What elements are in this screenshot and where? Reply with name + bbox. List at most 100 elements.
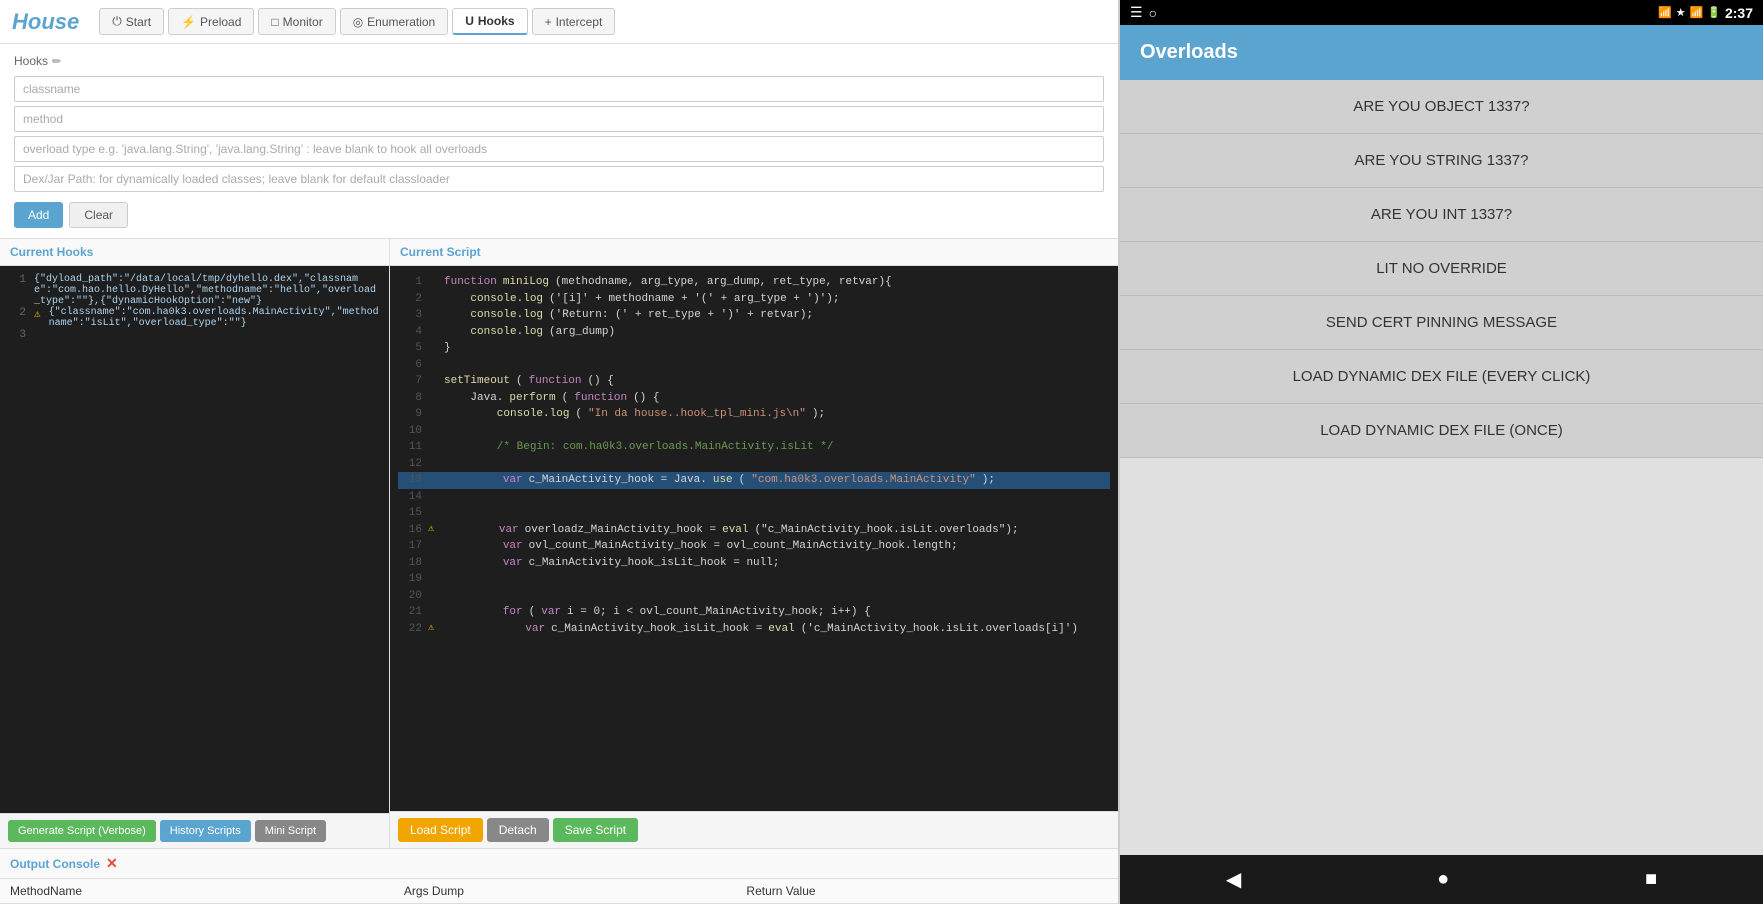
hook-action-buttons: Add Clear [14,202,1104,228]
script-line-13: 13 var c_MainActivity_hook = Java.use("c… [398,472,1110,489]
phone-screen: Overloads ARE YOU OBJECT 1337? ARE YOU S… [1120,25,1763,855]
generate-script-button[interactable]: Generate Script (Verbose) [8,820,156,842]
monitor-icon: □ [271,15,278,29]
script-line-15: 15 [398,505,1110,522]
overload-item-2[interactable]: ARE YOU INT 1337? [1120,188,1763,242]
col-args-dump: Args Dump [394,879,737,904]
hooks-section: Hooks ✏ Add Clear [0,44,1118,239]
col-method-name: MethodName [0,879,394,904]
phone-panel: ☰ ○ 📶 ★ 📶 🔋 2:37 Overloads ARE YOU OBJEC… [1120,0,1763,904]
script-line-19: 19 [398,571,1110,588]
script-line-9: 9 console.log("In da house..hook_tpl_min… [398,406,1110,423]
output-console-table: MethodName Args Dump Return Value [0,879,1118,904]
hooks-action-buttons: Generate Script (Verbose) History Script… [0,813,389,848]
start-icon: ⏻ [112,14,122,29]
edit-icon[interactable]: ✏ [52,55,61,68]
script-line-17: 17 var ovl_count_MainActivity_hook = ovl… [398,538,1110,555]
clear-button[interactable]: Clear [69,202,128,228]
overload-item-5[interactable]: LOAD DYNAMIC DEX FILE (EVERY CLICK) [1120,350,1763,404]
back-button[interactable]: ◀ [1206,863,1261,896]
save-script-button[interactable]: Save Script [553,818,638,842]
overload-item-0[interactable]: ARE YOU OBJECT 1337? [1120,80,1763,134]
current-script-title: Current Script [390,239,1118,266]
mini-script-button[interactable]: Mini Script [255,820,326,842]
tab-hooks[interactable]: U Hooks [452,8,527,35]
hooks-section-title: Hooks ✏ [14,54,1104,68]
app-title: House [12,9,79,35]
tab-intercept[interactable]: + Intercept [532,8,616,35]
phone-status-left: ☰ ○ [1130,4,1157,21]
tab-start[interactable]: ⏻ Start [99,8,164,35]
wifi-icon: 📶 [1690,6,1704,19]
nav-tabs: ⏻ Start ⚡ Preload □ Monitor ◎ Enumeratio… [99,8,615,35]
enum-icon: ◎ [353,15,363,29]
overload-item-3[interactable]: LIT NO OVERRIDE [1120,242,1763,296]
tab-enumeration[interactable]: ◎ Enumeration [340,8,449,35]
tab-preload[interactable]: ⚡ Preload [168,8,254,35]
add-button[interactable]: Add [14,202,63,228]
script-line-16: 16⚠ var overloadz_MainActivity_hook = ev… [398,522,1110,539]
dexjar-input[interactable] [14,166,1104,192]
load-script-button[interactable]: Load Script [398,818,483,842]
script-line-1: 1 function miniLog(methodname, arg_type,… [398,274,1110,291]
script-line-4: 4 console.log(arg_dump) [398,324,1110,341]
script-line-14: 14 [398,489,1110,506]
col-return-value: Return Value [736,879,1118,904]
method-input[interactable] [14,106,1104,132]
script-line-10: 10 [398,423,1110,440]
output-console-title: Output Console ✕ [0,849,1118,879]
output-console: Output Console ✕ MethodName Args Dump Re… [0,848,1118,904]
tab-monitor[interactable]: □ Monitor [258,8,335,35]
preload-icon: ⚡ [181,15,196,29]
script-line-6: 6 [398,357,1110,374]
phone-status-bar: ☰ ○ 📶 ★ 📶 🔋 2:37 [1120,0,1763,25]
top-nav: House ⏻ Start ⚡ Preload □ Monitor ◎ Enum… [0,0,1118,44]
main-content: Current Hooks 1 {"dyload_path":"/data/lo… [0,239,1118,848]
hooks-icon: U [465,14,474,28]
phone-nav-bar: ◀ ● ■ [1120,855,1763,904]
hooks-line-1: 1 {"dyload_path":"/data/local/tmp/dyhell… [8,274,381,307]
current-script-panel: Current Script 1 function miniLog(method… [390,239,1118,848]
script-line-12: 12 [398,456,1110,473]
overload-item-1[interactable]: ARE YOU STRING 1337? [1120,134,1763,188]
intercept-icon: + [545,15,552,29]
script-line-21: 21 for (var i = 0; i < ovl_count_MainAct… [398,604,1110,621]
overload-list: ARE YOU OBJECT 1337? ARE YOU STRING 1337… [1120,80,1763,855]
bluetooth-icon: 📶 [1658,6,1672,19]
history-scripts-button[interactable]: History Scripts [160,820,251,842]
close-console-icon[interactable]: ✕ [106,855,118,872]
script-line-22: 22⚠ var c_MainActivity_hook_isLit_hook =… [398,621,1110,638]
hooks-line-2: 2 ⚠ {"classname":"com.ha0k3.overloads.Ma… [8,307,381,329]
script-line-3: 3 console.log('Return: (' + ret_type + '… [398,307,1110,324]
detach-button[interactable]: Detach [487,818,549,842]
circle-icon: ○ [1149,5,1157,21]
home-button[interactable]: ● [1417,864,1469,895]
hooks-line-3: 3 [8,329,381,341]
overload-item-6[interactable]: LOAD DYNAMIC DEX FILE (ONCE) [1120,404,1763,458]
script-line-18: 18 var c_MainActivity_hook_isLit_hook = … [398,555,1110,572]
classname-input[interactable] [14,76,1104,102]
current-hooks-title: Current Hooks [0,239,389,266]
menu-icon: ☰ [1130,4,1143,21]
script-line-7: 7 setTimeout(function() { [398,373,1110,390]
left-panel: House ⏻ Start ⚡ Preload □ Monitor ◎ Enum… [0,0,1120,904]
script-action-buttons: Load Script Detach Save Script [390,811,1118,848]
current-hooks-panel: Current Hooks 1 {"dyload_path":"/data/lo… [0,239,390,848]
time-display: 2:37 [1725,5,1753,21]
script-line-11: 11 /* Begin: com.ha0k3.overloads.MainAct… [398,439,1110,456]
phone-status-right: 📶 ★ 📶 🔋 2:37 [1658,5,1753,21]
script-line-8: 8 Java.perform(function() { [398,390,1110,407]
recents-button[interactable]: ■ [1625,864,1677,895]
script-line-5: 5 } [398,340,1110,357]
phone-header: Overloads [1120,25,1763,80]
signal-icon: ★ [1676,6,1686,19]
script-line-20: 20 [398,588,1110,605]
script-line-2: 2 console.log('[i]' + methodname + '(' +… [398,291,1110,308]
overload-item-4[interactable]: SEND CERT PINNING MESSAGE [1120,296,1763,350]
battery-icon: 🔋 [1707,6,1721,19]
overload-input[interactable] [14,136,1104,162]
phone-app-title: Overloads [1140,41,1743,64]
console-table-header: MethodName Args Dump Return Value [0,879,1118,904]
hooks-code-editor[interactable]: 1 {"dyload_path":"/data/local/tmp/dyhell… [0,266,389,813]
script-code-editor[interactable]: 1 function miniLog(methodname, arg_type,… [390,266,1118,811]
